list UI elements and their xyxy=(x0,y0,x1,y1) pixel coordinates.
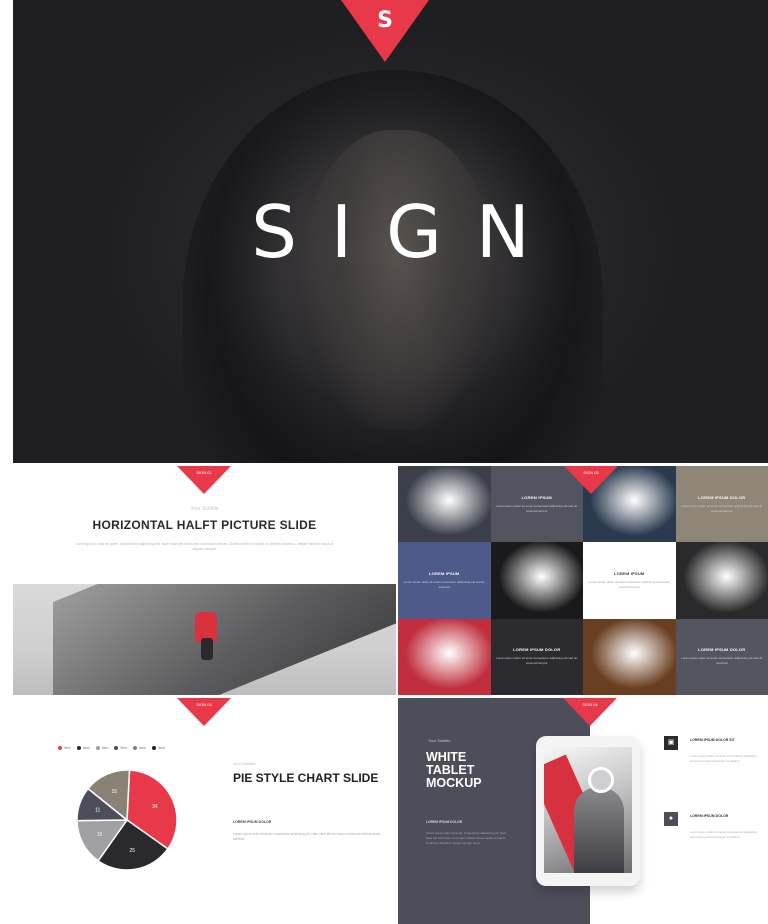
slide-paragraph: Lorem ipsum dolor sit amet, consectetur … xyxy=(233,832,381,841)
feature-heading: LOREM IPSUM DOLOR xyxy=(690,814,729,818)
woman-photo-icon xyxy=(398,466,491,543)
hero-title: SIGN xyxy=(251,190,564,274)
rock-slope xyxy=(53,584,396,695)
legend-entry: Item xyxy=(114,746,127,750)
cell-text: Lorem ipsum dolor sit amet consectetur a… xyxy=(681,503,763,513)
legend-swatch xyxy=(152,746,157,750)
feature-text: Lorem ipsum dolor sit amet consectetur a… xyxy=(690,754,757,763)
slide-paragraph: Lorem ipsum dolor sit amet, consectetur … xyxy=(75,542,334,551)
chart-legend: Item Item Item Item Item Item xyxy=(58,746,165,750)
slide-badge: SIGN 04 xyxy=(563,698,617,726)
pie-chart: 34 25 15 11 15 xyxy=(76,769,178,871)
legend-entry: Item xyxy=(58,746,71,750)
pie-data-label: 34 xyxy=(152,804,158,810)
architecture-photo-icon xyxy=(490,542,583,619)
slide-title: HORIZONTAL HALFT PICTURE SLIDE xyxy=(92,518,317,532)
lightbulb-icon: ● xyxy=(664,812,678,826)
pie-data-label: 15 xyxy=(97,832,103,838)
tablet-mockup-slide[interactable]: SIGN 04 Your Subtitle WHITE TABLET MOCKU… xyxy=(398,698,768,924)
grid-text-cell: LOREM IPSUM DOLOR Lorem ipsum dolor sit a… xyxy=(490,618,583,695)
cell-text: Lorem ipsum dolor sit amet consectetur a… xyxy=(403,579,485,589)
legend-entry: Item xyxy=(76,746,90,750)
slide-subtitle: Your Subtitle xyxy=(428,738,451,743)
cell-heading: LOREM IPSUM xyxy=(429,570,460,576)
slide-badge: SIGN 01 xyxy=(177,466,231,494)
red-portrait-photo-icon xyxy=(398,618,491,695)
record-disc xyxy=(588,767,614,793)
template-preview: S SIGN SIGN 01 Your Subtitle HORIZONTAL … xyxy=(0,0,768,924)
cell-text: Lorem ipsum dolor sit amet consectetur a… xyxy=(588,579,670,589)
legend-label: Item xyxy=(139,746,147,750)
slide-badge: SIGN 03 xyxy=(177,698,231,726)
cell-heading: LOREM IPSUM xyxy=(521,494,552,500)
legend-swatch xyxy=(76,746,81,750)
climber-legs xyxy=(201,638,213,660)
legend-label: Item xyxy=(101,746,109,750)
legend-swatch xyxy=(114,746,119,750)
legend-entry: Item xyxy=(152,746,165,750)
legend-swatch xyxy=(58,746,62,750)
image-icon: ▣ xyxy=(664,736,678,750)
cell-heading: LOREM IPSUM DOLOR xyxy=(698,647,746,653)
legend-label: Item xyxy=(64,746,71,750)
slide-badge: SIGN 02 xyxy=(564,466,618,494)
cell-text: Lorem ipsum dolor sit amet consectetur a… xyxy=(496,503,578,513)
cell-heading: LOREM IPSUM DOLOR xyxy=(698,494,746,500)
pie-chart-slide[interactable]: SIGN 03 Item Item Item Item Item Item 34 25 15 1… xyxy=(13,698,396,924)
pie-data-label: 15 xyxy=(112,789,118,795)
slide-heading: LOREM IPSUM DOLOR xyxy=(426,820,463,824)
cell-heading: LOREM IPSUM xyxy=(614,570,645,576)
legend-label: Item xyxy=(82,746,90,750)
legend-label: Item xyxy=(158,746,165,750)
grid-text-cell: LOREM IPSUM Lorem ipsum dolor sit amet co… xyxy=(398,542,491,619)
sign-logo-icon: S xyxy=(377,8,393,33)
slide-subtitle: Your Subtitle xyxy=(190,506,219,512)
slide-heading: LOREM IPSUM DOLOR xyxy=(233,820,272,824)
pie-data-label: 25 xyxy=(129,848,135,854)
climber-photo xyxy=(13,584,396,695)
cell-heading: LOREM IPSUM DOLOR xyxy=(513,647,561,653)
photo-grid-slide[interactable]: LOREM IPSUM Lorem ipsum dolor sit amet co… xyxy=(398,466,768,695)
portrait-figure xyxy=(574,787,624,873)
slide-title: WHITE TABLET MOCKUP xyxy=(426,750,482,790)
legend-label: Item xyxy=(120,746,128,750)
corridor-photo-icon xyxy=(583,618,676,695)
legend-swatch xyxy=(133,746,138,750)
grid-text-cell: LOREM IPSUM DOLOR Lorem ipsum dolor sit a… xyxy=(675,618,768,695)
slide-title: PIE STYLE CHART SLIDE xyxy=(233,771,379,785)
slide-paragraph: Lorem ipsum dolor sit amet, consectetur … xyxy=(426,831,507,845)
legend-entry: Item xyxy=(133,746,146,750)
pie-data-label: 11 xyxy=(95,807,100,813)
grid-text-cell: LOREM IPSUM Lorem ipsum dolor sit amet co… xyxy=(583,542,676,619)
cell-text: Lorem ipsum dolor sit amet consectetur a… xyxy=(496,656,578,666)
horizontal-half-picture-slide[interactable]: SIGN 01 Your Subtitle HORIZONTAL HALFT P… xyxy=(13,466,396,695)
legend-swatch xyxy=(95,746,100,750)
feature-text: Lorem ipsum dolor sit amet consectetur a… xyxy=(690,830,757,839)
grid-text-cell: LOREM IPSUM DOLOR Lorem ipsum dolor sit a… xyxy=(675,466,768,543)
legend-entry: Item xyxy=(95,746,109,750)
cell-text: Lorem ipsum dolor sit amet consectetur a… xyxy=(681,656,763,666)
feature-heading: LOREM IPSUM DOLOR SIT xyxy=(690,738,735,742)
silhouette-photo-icon xyxy=(675,542,768,619)
tablet-mockup xyxy=(536,736,640,886)
tablet-screen xyxy=(544,747,632,873)
slide-subtitle: Your Subtitle xyxy=(233,761,256,766)
portrait-face xyxy=(303,130,493,430)
